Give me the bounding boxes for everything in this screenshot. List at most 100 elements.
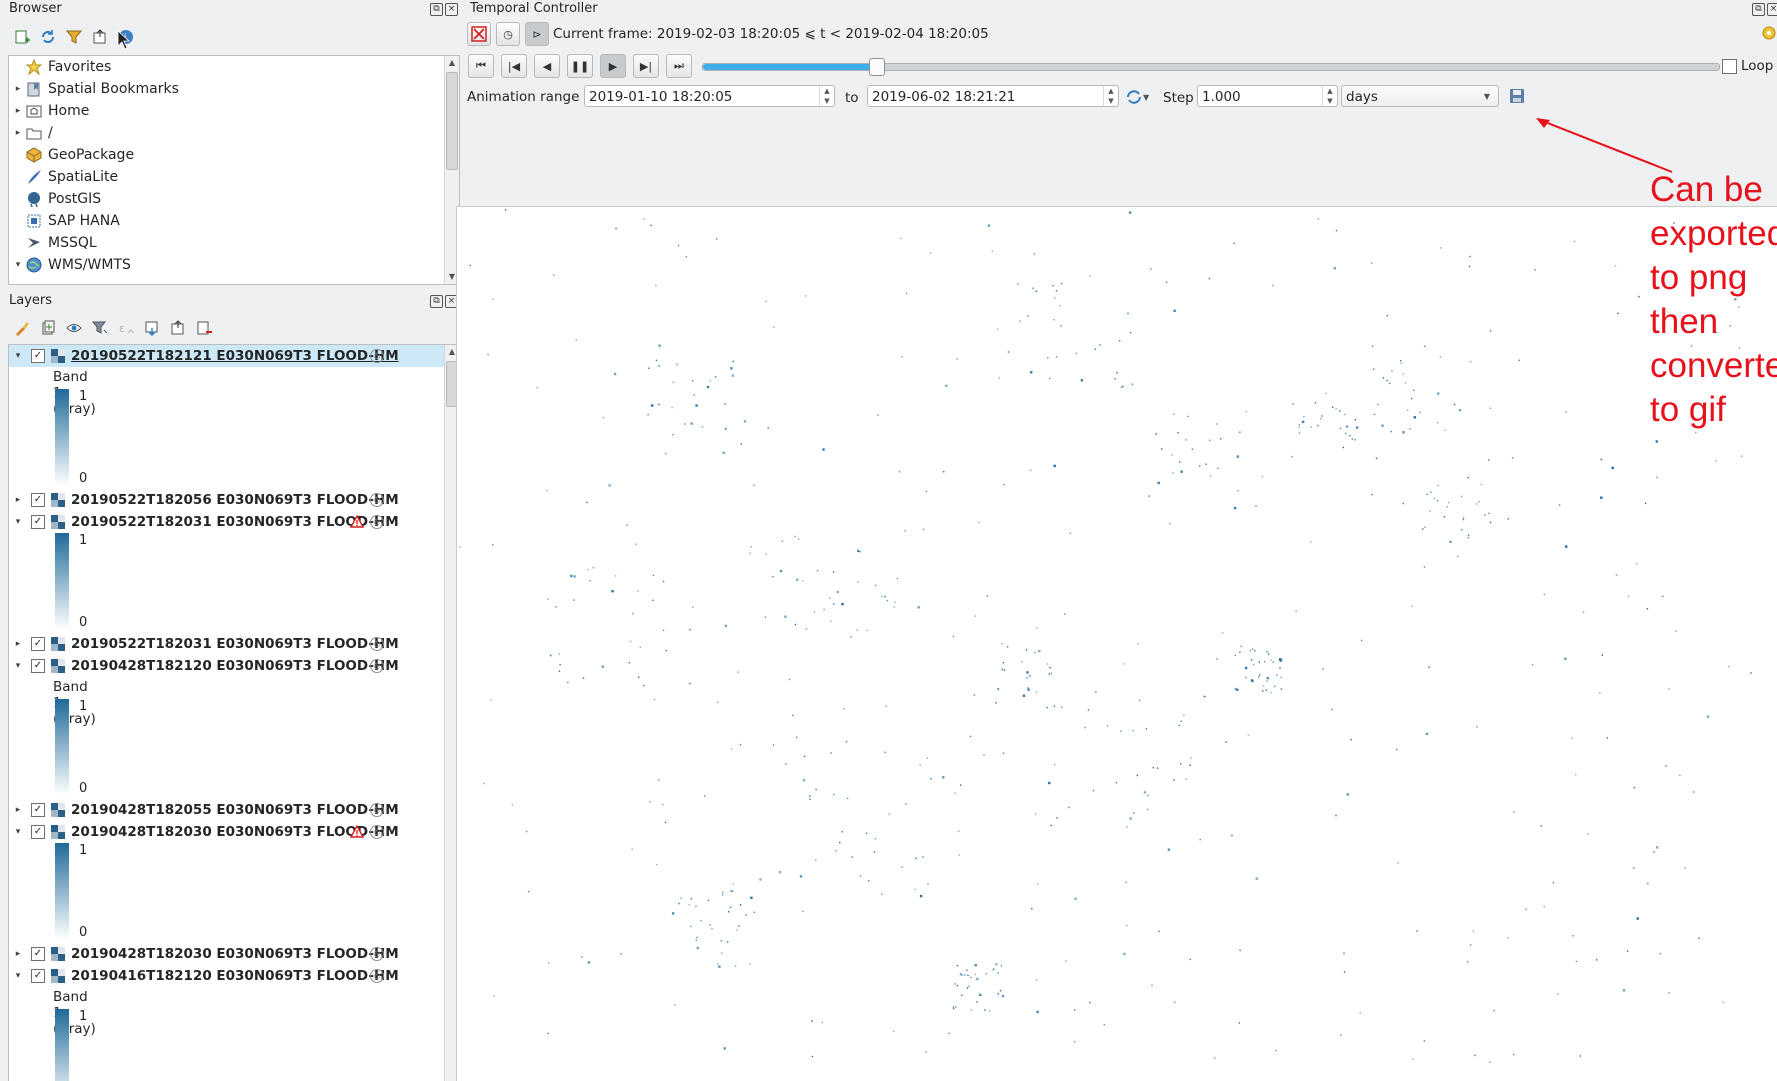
float-panel-button[interactable]: ⧉: [1752, 3, 1765, 16]
collapse-arrow-icon[interactable]: ▾: [11, 517, 25, 527]
close-panel-button[interactable]: ×: [445, 3, 458, 16]
browser-item-label: Favorites: [48, 59, 112, 75]
layer-visibility-checkbox[interactable]: ✓: [31, 803, 45, 817]
collapse-arrow-icon[interactable]: ▾: [11, 971, 25, 981]
layer-visibility-checkbox[interactable]: ✓: [31, 659, 45, 673]
float-panel-button[interactable]: ⧉: [430, 3, 443, 16]
folder-icon: [25, 124, 43, 142]
fixed-range-button[interactable]: ◷: [496, 22, 520, 46]
browser-item-home[interactable]: ▸ Home: [11, 100, 90, 122]
range-start-spinner[interactable]: ▲ ▼: [819, 86, 834, 106]
add-selected-layers-icon[interactable]: [12, 27, 32, 47]
layer-visibility-checkbox[interactable]: ✓: [31, 637, 45, 651]
temporal-settings-icon[interactable]: [1761, 25, 1777, 41]
browser-item-[interactable]: ▸ /: [11, 122, 53, 144]
raster-layer-icon: [51, 803, 65, 817]
ramp-max-label: 1: [79, 843, 88, 858]
spatialite-icon: [25, 168, 43, 186]
layer-row[interactable]: ▾ ✓ 20190428T182120 E030N069T3 FLOOD-HM ◷: [9, 655, 445, 677]
layer-row[interactable]: ▾ ✓ 20190428T182030 E030N069T3 FLOOD-HM ◷: [9, 821, 445, 843]
refresh-icon[interactable]: [38, 27, 58, 47]
play-backwards-button[interactable]: ◀: [534, 54, 560, 78]
filter-icon[interactable]: [64, 27, 84, 47]
step-forward-icon: ▶|: [639, 59, 653, 73]
collapse-arrow-icon[interactable]: ▾: [11, 827, 25, 837]
skip-to-end-button[interactable]: ⏭: [666, 54, 692, 78]
expand-arrow-icon[interactable]: ▸: [11, 495, 25, 505]
animated-navigation-button[interactable]: ⊳: [525, 22, 549, 46]
step-unit-dropdown[interactable]: days ▼: [1341, 85, 1499, 107]
layers-dock-buttons: ⧉ ×: [430, 295, 458, 308]
ramp-max-label: 1: [79, 389, 88, 404]
expand-arrow-icon[interactable]: ▾: [11, 254, 25, 276]
layer-visibility-checkbox[interactable]: ✓: [31, 947, 45, 961]
layer-row[interactable]: ▸ ✓ 20190428T182030 E030N069T3 FLOOD-HM ◷: [9, 943, 445, 965]
collapse-arrow-icon[interactable]: ▾: [11, 351, 25, 361]
layer-visibility-checkbox[interactable]: ✓: [31, 969, 45, 983]
layer-row[interactable]: ▾ ✓ 20190522T182121 E030N069T3 FLOOD-HM ◷: [9, 345, 445, 367]
turn-off-temporal-button[interactable]: [467, 22, 491, 46]
expand-arrow-icon[interactable]: ▸: [11, 100, 25, 122]
filter-legend-icon[interactable]: [90, 318, 110, 338]
annotation-text: Can be exported to png then converted to…: [1650, 170, 1777, 429]
export-animation-button[interactable]: [1508, 87, 1526, 105]
range-end-spinner[interactable]: ▲ ▼: [1103, 86, 1118, 106]
filter-by-expression-icon[interactable]: ε: [116, 318, 136, 338]
expand-arrow-icon[interactable]: ▸: [11, 639, 25, 649]
browser-item-spatialite[interactable]: SpatiaLite: [11, 166, 118, 188]
bookmark-icon: [25, 80, 43, 98]
expand-arrow-icon[interactable]: ▸: [11, 949, 25, 959]
raster-layer-icon: [51, 637, 65, 651]
browser-item-wms-wmts[interactable]: ▾ WMS/WMTS: [11, 254, 131, 276]
map-canvas[interactable]: [456, 206, 1777, 1081]
browser-item-geopackage[interactable]: GeoPackage: [11, 144, 134, 166]
rewind-to-start-button[interactable]: ⏮: [468, 54, 494, 78]
layer-row[interactable]: ▸ ✓ 20190428T182055 E030N069T3 FLOOD-HM ◷: [9, 799, 445, 821]
collapse-all-icon[interactable]: [90, 27, 110, 47]
collapse-arrow-icon[interactable]: ▾: [11, 661, 25, 671]
step-spinner[interactable]: ▲ ▼: [1322, 86, 1337, 106]
temporal-clock-icon: ◷: [370, 493, 384, 507]
close-panel-button[interactable]: ×: [1767, 3, 1777, 16]
frame-slider-handle[interactable]: [868, 58, 885, 76]
globe-icon: [25, 256, 43, 274]
browser-item-sap-hana[interactable]: SAP HANA: [11, 210, 120, 232]
range-start-datetime-field[interactable]: 2019-01-10 18:20:05 ▲ ▼: [584, 85, 835, 107]
skip-end-icon: ⏭: [674, 59, 684, 72]
browser-item-label: GeoPackage: [48, 147, 135, 163]
expand-arrow-icon[interactable]: ▸: [11, 78, 25, 100]
warning-icon[interactable]: [349, 514, 365, 528]
loop-checkbox[interactable]: [1722, 59, 1737, 74]
play-button[interactable]: ▶: [600, 54, 626, 78]
layer-row[interactable]: ▾ ✓ 20190416T182120 E030N069T3 FLOOD-HM ◷: [9, 965, 445, 987]
pause-button[interactable]: ❚❚: [567, 54, 593, 78]
layer-row[interactable]: ▸ ✓ 20190522T182031 E030N069T3 FLOOD-HM ◷: [9, 633, 445, 655]
browser-item-mssql[interactable]: MSSQL: [11, 232, 97, 254]
collapse-all-layers-icon[interactable]: [168, 318, 188, 338]
browser-item-favorites[interactable]: Favorites: [11, 56, 111, 78]
remove-layer-icon[interactable]: [194, 318, 214, 338]
layer-visibility-checkbox[interactable]: ✓: [31, 825, 45, 839]
step-value-field[interactable]: 1.000 ▲ ▼: [1197, 85, 1338, 107]
layer-visibility-checkbox[interactable]: ✓: [31, 515, 45, 529]
set-range-from-layers-button[interactable]: ▼: [1125, 88, 1159, 106]
layer-visibility-checkbox[interactable]: ✓: [31, 349, 45, 363]
expand-arrow-icon[interactable]: ▸: [11, 805, 25, 815]
layer-visibility-checkbox[interactable]: ✓: [31, 493, 45, 507]
layer-row[interactable]: ▾ ✓ 20190522T182031 E030N069T3 FLOOD-HM ◷: [9, 511, 445, 533]
layer-name: 20190522T182031 E030N069T3 FLOOD-HM: [71, 636, 399, 652]
warning-icon[interactable]: [349, 824, 365, 838]
visibility-icon[interactable]: [64, 318, 84, 338]
browser-item-postgis[interactable]: PostGIS: [11, 188, 101, 210]
style-manager-icon[interactable]: [12, 318, 32, 338]
expand-all-icon[interactable]: [142, 318, 162, 338]
frame-slider-track[interactable]: [702, 58, 1720, 76]
browser-item-spatial-bookmarks[interactable]: ▸ Spatial Bookmarks: [11, 78, 179, 100]
range-end-datetime-field[interactable]: 2019-06-02 18:21:21 ▲ ▼: [867, 85, 1119, 107]
float-panel-button[interactable]: ⧉: [430, 295, 443, 308]
layer-row[interactable]: ▸ ✓ 20190522T182056 E030N069T3 FLOOD-HM ◷: [9, 489, 445, 511]
next-frame-button[interactable]: ▶|: [633, 54, 659, 78]
previous-frame-button[interactable]: |◀: [501, 54, 527, 78]
add-group-icon[interactable]: [38, 318, 58, 338]
expand-arrow-icon[interactable]: ▸: [11, 122, 25, 144]
